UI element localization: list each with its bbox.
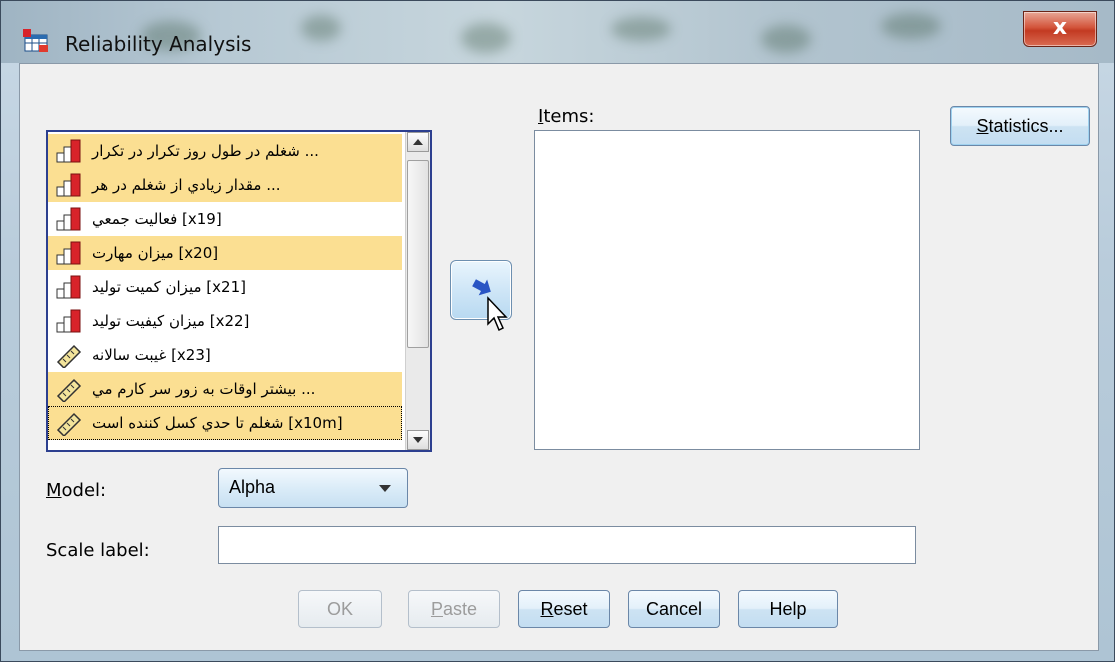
variable-label: بيشتر اوقات به زور سر کارم مي ... [92,380,316,398]
help-button[interactable]: Help [738,590,838,628]
model-label: Model: [46,480,107,501]
variable-label: مقدار زيادي از شغلم در هر ... [92,176,281,194]
reset-button[interactable]: Reset [518,590,610,628]
variable-list-item[interactable]: بيشتر اوقات به زور سر کارم مي ... [48,372,402,406]
ordinal-bar-icon [56,173,81,197]
scale-label-caption: Scale label: [46,540,150,561]
variable-label: ميزان مهارت [x20] [92,244,219,262]
title-bar[interactable]: Reliability Analysis x [1,1,1114,63]
variable-label: غيبت سالانه [x23] [92,346,211,364]
dialog-body: شغلم در طول روز تکرار در تکرار ... مقدار … [19,63,1099,651]
mouse-pointer-icon [487,296,508,332]
source-variable-list[interactable]: شغلم در طول روز تکرار در تکرار ... مقدار … [46,130,432,452]
cancel-button[interactable]: Cancel [628,590,720,628]
vertical-scrollbar[interactable] [405,132,430,450]
scrollbar-thumb[interactable] [407,160,429,348]
variable-label: فعاليت جمعي [x19] [92,210,222,228]
model-selected-value: Alpha [229,477,276,497]
ordinal-bar-icon [56,275,81,299]
variable-list-item[interactable]: غيبت سالانه [x23] [48,338,402,372]
close-button[interactable]: x [1023,11,1097,47]
variable-list-item[interactable]: مقدار زيادي از شغلم در هر ... [48,168,402,202]
ordinal-bar-icon [56,241,81,265]
ok-button[interactable]: OK [298,590,382,628]
variable-label: ميزان کيفيت توليد [x22] [92,312,250,330]
variable-label: شغلم در طول روز تکرار در تکرار ... [92,142,319,160]
variable-list-item[interactable]: فعاليت جمعي [x19] [48,202,402,236]
statistics-button[interactable]: Statistics... [950,106,1090,146]
scale-ruler-icon [56,412,82,436]
reliability-analysis-window: Reliability Analysis x شغلم در طول روز ت… [0,0,1115,662]
variable-list-item[interactable]: شغلم در طول روز تکرار در تکرار ... [48,134,402,168]
variable-list-item[interactable]: ميزان مهارت [x20] [48,236,402,270]
paste-button[interactable]: Paste [408,590,500,628]
scale-label-input[interactable] [218,526,916,564]
variable-label: شغلم تا حدي کسل کننده است [x10m] [92,414,343,432]
variable-list-item[interactable]: ميزان کيفيت توليد [x22] [48,304,402,338]
spss-app-icon [23,29,48,52]
scale-ruler-icon [56,344,82,368]
scale-ruler-icon [56,378,82,402]
chevron-down-icon [379,485,391,492]
ordinal-bar-icon [56,309,81,333]
scroll-up-arrow-icon[interactable] [407,132,429,152]
ordinal-bar-icon [56,207,81,231]
model-dropdown[interactable]: Alpha [218,468,408,508]
items-label: Items: [538,106,595,127]
variable-list-item[interactable]: شغلم تا حدي کسل کننده است [x10m] [48,406,402,440]
ordinal-bar-icon [56,139,81,163]
scroll-down-arrow-icon[interactable] [407,430,429,450]
items-list[interactable] [534,130,920,450]
window-title: Reliability Analysis [65,32,252,56]
variable-list-item[interactable]: ميزان کميت توليد [x21] [48,270,402,304]
variable-label: ميزان کميت توليد [x21] [92,278,246,296]
